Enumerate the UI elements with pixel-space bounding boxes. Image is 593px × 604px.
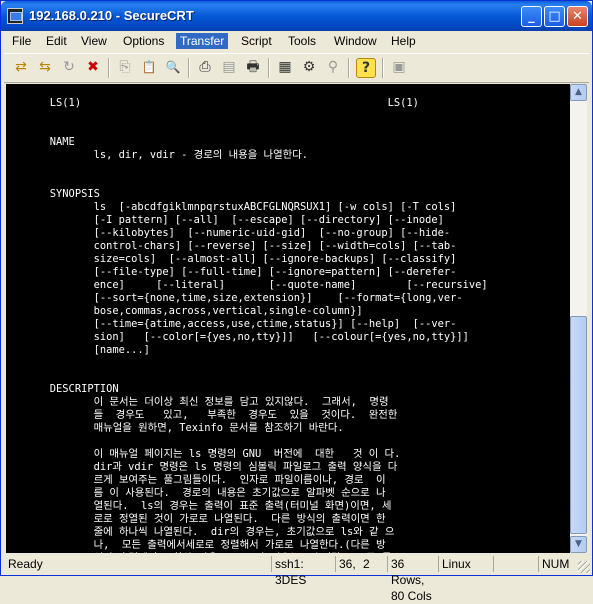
find-icon[interactable]: 🔍	[164, 58, 182, 76]
menu-file[interactable]: File	[8, 33, 35, 49]
menu-window[interactable]: Window	[330, 33, 381, 49]
status-terminal-type: Linux	[438, 556, 493, 572]
menu-edit[interactable]: Edit	[42, 33, 71, 49]
keymap-icon[interactable]: ⚲	[324, 58, 342, 76]
terminal-line: 들 경우도 있고, 부족한 경우도 있을 것이다. 완전한	[6, 409, 398, 421]
window-title: 192.168.0.210 - SecureCRT	[29, 8, 194, 23]
menu-script[interactable]: Script	[237, 33, 276, 49]
terminal-line: SYNOPSIS	[6, 188, 100, 200]
terminal-line: DESCRIPTION	[6, 383, 119, 395]
terminal-line: 식의 출력에서도 항상 같음) vdir의 경우는, 초기값으로 목 록	[6, 552, 570, 553]
menu-view[interactable]: View	[77, 33, 111, 49]
scroll-down-arrow-icon[interactable]: ▼	[570, 536, 587, 553]
terminal-line: [--kilobytes] [--numeric-uid-gid] [--no-…	[6, 227, 451, 239]
terminal-line: 로로 정열된 것이 가로로 나열된다. 다른 방식의 출력이면 한	[6, 513, 386, 525]
terminal-line: NAME	[6, 136, 75, 148]
toolbar-separator	[188, 58, 190, 78]
terminal-output: LS(1) LS(1) NAME ls, dir, vdir - 경로의 내용을…	[6, 84, 570, 553]
disconnect-icon[interactable]: ✖	[84, 58, 102, 76]
status-bar: Ready ssh1: 3DES 36, 2 36 Rows, 80 Cols …	[1, 554, 592, 603]
terminal-line: [--sort={none,time,size,extension}] [--f…	[6, 292, 463, 304]
print-selection-icon[interactable]: ▤	[220, 58, 238, 76]
print-screen-icon[interactable]: ⎙	[196, 58, 214, 76]
title-bar[interactable]: 192.168.0.210 - SecureCRT _ □ ✕	[1, 1, 592, 31]
terminal-line: ence] [--literal] [--quote-name] [--recu…	[6, 279, 488, 291]
status-row: 36,	[335, 556, 360, 572]
status-size: 36 Rows, 80 Cols	[387, 556, 438, 603]
resize-grip-icon[interactable]	[578, 561, 590, 573]
status-col: 2	[363, 557, 370, 571]
reconnect-icon[interactable]: ↻	[60, 58, 78, 76]
menu-transfer[interactable]: Transfer	[176, 33, 229, 49]
terminal-screen[interactable]: LS(1) LS(1) NAME ls, dir, vdir - 경로의 내용을…	[6, 84, 570, 553]
terminal-line: [--time={atime,access,use,ctime,status}]…	[6, 318, 457, 330]
menu-tools[interactable]: Tools	[284, 33, 320, 49]
connect-icon[interactable]: ⇄	[12, 58, 30, 76]
menu-help[interactable]: Help	[387, 33, 420, 49]
status-num: NUM	[538, 556, 576, 572]
paste-icon[interactable]: 📋	[140, 58, 158, 76]
toolbar: ⇄ ⇆ ↻ ✖ ⎘ 📋 🔍 ⎙ ▤ 🖶 ▦ ⚙ ⚲ ? ▣	[4, 53, 589, 83]
terminal-line: bose,commas,across,vertical,single-colum…	[6, 305, 363, 317]
print-icon[interactable]: 🖶	[244, 58, 262, 76]
status-protocol: ssh1: 3DES	[271, 556, 334, 587]
session-options-icon[interactable]: ▦	[276, 58, 294, 76]
toolbar-separator	[382, 58, 384, 78]
terminal-line: 열된다. ls의 경우는 출력이 표준 출력(터미널 화면)이면, 세	[6, 500, 392, 512]
close-button[interactable]: ✕	[567, 6, 588, 27]
terminal-line: [--file-type] [--full-time] [--ignore=pa…	[6, 266, 457, 278]
terminal-line: 이 매뉴얼 페이지는 ls 명령의 GNU 버전에 대한 것 이 다.	[6, 448, 401, 460]
menu-bar: File Edit View Options Transfer Script T…	[4, 31, 589, 51]
copy-icon[interactable]: ⎘	[116, 58, 134, 76]
terminal-line: sion] [--color[={yes,no,tty}]] [--colour…	[6, 331, 469, 343]
terminal-line: 줄에 하나씩 나열된다. dir의 경우는, 초기값으로 ls와 같 으	[6, 526, 395, 538]
help-icon[interactable]: ?	[356, 58, 376, 78]
about-icon[interactable]: ▣	[390, 58, 408, 76]
toolbar-separator	[108, 58, 110, 78]
toolbar-separator	[268, 58, 270, 78]
menu-options[interactable]: Options	[119, 33, 168, 49]
terminal-line: 르게 보여주는 풀그림들이다. 인자로 파일이름이나, 경로 이	[6, 474, 386, 486]
status-blank	[493, 556, 538, 572]
quick-connect-icon[interactable]: ⇆	[36, 58, 54, 76]
terminal-line: [name...]	[6, 344, 150, 356]
terminal-line: ls [-abcdfgiklmnpqrstuxABCFGLNQRSUX1] [-…	[6, 201, 457, 213]
securecrt-app-icon[interactable]	[7, 8, 23, 24]
terminal-line: 이 문서는 더이상 최신 정보를 담고 있지않다. 그래서, 명령	[6, 396, 389, 408]
scrollbar-thumb[interactable]	[570, 316, 587, 534]
toolbar-separator	[348, 58, 350, 78]
terminal-line: 나, 모든 출력에서세로로 정렬해서 가로로 나열한다.(다른 방	[6, 539, 386, 551]
status-ready: Ready	[8, 557, 43, 571]
maximize-button[interactable]: □	[544, 6, 565, 27]
terminal-line: control-chars] [--reverse] [--size] [--w…	[6, 240, 457, 252]
vertical-scrollbar[interactable]: ▲ ▼	[570, 84, 587, 553]
terminal-line: LS(1) LS(1)	[6, 97, 419, 109]
minimize-button[interactable]: _	[521, 6, 542, 27]
terminal-line: [-I pattern] [--all] [--escape] [--direc…	[6, 214, 444, 226]
terminal-line: 름 이 사용된다. 경로의 내용은 초기값으로 알파벳 순으로 나	[6, 487, 386, 499]
securecrt-window: 192.168.0.210 - SecureCRT _ □ ✕ File Edi…	[0, 0, 593, 603]
global-options-icon[interactable]: ⚙	[300, 58, 318, 76]
scroll-up-arrow-icon[interactable]: ▲	[570, 84, 587, 101]
terminal-line: dir과 vdir 명령은 ls 명령의 심볼릭 파일로그 출력 양식을 다	[6, 461, 398, 473]
terminal-line: 매뉴얼을 원하면, Texinfo 문서를 참조하기 바란다.	[6, 422, 344, 434]
terminal-line: ls, dir, vdir - 경로의 내용을 나열한다.	[6, 149, 309, 161]
terminal-line: size=cols] [--almost-all] [--ignore-back…	[6, 253, 457, 265]
